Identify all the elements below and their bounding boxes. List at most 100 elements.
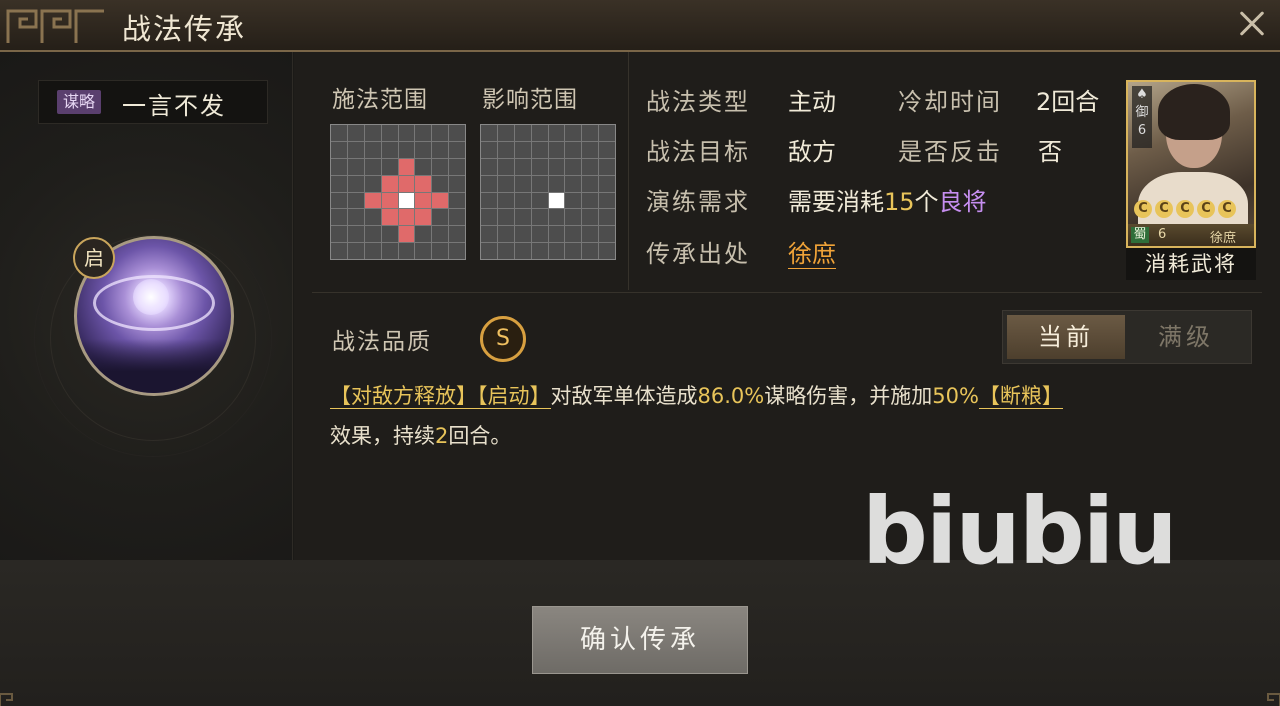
desc-part-3: 效果，持续: [330, 424, 435, 448]
quality-grade-badge: S: [480, 316, 526, 362]
counter-value: 否: [1038, 138, 1062, 166]
range-cell: [381, 209, 398, 226]
range-cell: [347, 226, 364, 243]
range-cell: [481, 209, 497, 226]
general-stars: CCCCC: [1134, 200, 1236, 218]
range-cell: [364, 175, 381, 192]
range-cell: [347, 192, 364, 209]
range-cell: [415, 243, 432, 259]
skill-start-badge: 启: [73, 237, 115, 279]
effect-chance: 50%: [932, 384, 979, 408]
range-cell: [331, 243, 347, 259]
faction-badge: 蜀: [1131, 227, 1149, 243]
range-cell: [331, 226, 347, 243]
star-icon: C: [1218, 200, 1236, 218]
range-cell: [481, 141, 497, 158]
cooldown-value: 2回合: [1036, 88, 1100, 116]
drill-unit: 个: [914, 188, 939, 216]
range-cell: [347, 141, 364, 158]
range-cell: [432, 192, 449, 209]
range-cell: [415, 125, 432, 141]
range-cell: [514, 226, 531, 243]
range-cell: [531, 243, 548, 259]
skill-name: 一言不发: [122, 92, 226, 120]
star-icon: C: [1176, 200, 1194, 218]
range-cell: [548, 192, 565, 209]
desc-part-4: 回合。: [448, 424, 512, 448]
general-info-bar: 蜀 6 徐庶: [1128, 224, 1254, 246]
skill-target-label: 战法目标: [646, 138, 750, 166]
range-cell: [548, 141, 565, 158]
range-cell: [398, 175, 415, 192]
range-cell: [347, 158, 364, 175]
skill-type-badge: 谋略: [57, 90, 102, 114]
range-cell: [531, 175, 548, 192]
range-cell: [364, 141, 381, 158]
range-cell: [347, 125, 364, 141]
range-cell: [548, 125, 565, 141]
drill-item: 良将: [938, 188, 987, 216]
range-cell: [599, 175, 615, 192]
desc-part-1: 对敌军单体造成: [550, 384, 698, 408]
watermark: biubiu: [862, 478, 1178, 585]
skill-type-value: 主动: [788, 88, 836, 116]
tab-max-level[interactable]: 满级: [1127, 315, 1245, 359]
range-cell: [381, 175, 398, 192]
range-cell: [565, 125, 582, 141]
range-cell: [347, 175, 364, 192]
star-icon: C: [1134, 200, 1152, 218]
tab-current[interactable]: 当前: [1007, 315, 1125, 359]
range-cell: [582, 226, 599, 243]
range-cell: [548, 209, 565, 226]
range-cell: [548, 175, 565, 192]
range-cell: [415, 192, 432, 209]
range-cell: [514, 192, 531, 209]
range-cell: [331, 141, 347, 158]
skill-name-box: 谋略 一言不发: [38, 80, 268, 124]
range-cell: [599, 226, 615, 243]
range-cell: [599, 192, 615, 209]
unit-level: 6: [1137, 123, 1147, 138]
range-cell: [449, 243, 465, 259]
source-general-link[interactable]: 徐庶: [788, 240, 836, 269]
drill-count: 15: [884, 188, 915, 216]
close-icon[interactable]: [1234, 6, 1270, 42]
range-cell: [497, 226, 514, 243]
range-cell: [449, 158, 465, 175]
confirm-inherit-button[interactable]: 确认传承: [532, 606, 748, 674]
general-portrait[interactable]: ♠ 御 6 CCCCC 蜀 6 徐庶: [1126, 80, 1256, 248]
range-cell: [398, 141, 415, 158]
range-cell: [364, 192, 381, 209]
range-cell: [432, 125, 449, 141]
range-cell: [381, 243, 398, 259]
range-cell: [531, 158, 548, 175]
source-value-wrap: 徐庶: [788, 234, 836, 269]
consume-general-label: 消耗武将: [1126, 248, 1256, 280]
star-icon: C: [1197, 200, 1215, 218]
desc-part-2: 谋略伤害，并施加: [764, 384, 933, 408]
range-cell: [497, 125, 514, 141]
range-cell: [565, 141, 582, 158]
range-cell: [582, 141, 599, 158]
range-cell: [497, 209, 514, 226]
range-cell: [514, 125, 531, 141]
range-cell: [599, 209, 615, 226]
range-cell: [347, 243, 364, 259]
range-cell: [481, 158, 497, 175]
range-cell: [548, 243, 565, 259]
range-cell: [449, 141, 465, 158]
title-ornament-icon: [6, 9, 104, 43]
range-cell: [331, 158, 347, 175]
range-cell: [582, 192, 599, 209]
skill-description: 【对敌方释放】【启动】对敌军单体造成86.0%谋略伤害，并施加50%【断粮】 效果…: [330, 376, 1260, 456]
range-cell: [398, 243, 415, 259]
tag-start: 【启动】: [477, 384, 551, 409]
section-divider: [628, 52, 629, 290]
range-cell: [364, 158, 381, 175]
range-cell: [381, 158, 398, 175]
range-cell: [582, 175, 599, 192]
cast-range-label: 施法范围: [332, 87, 428, 113]
skill-art-silhouette: [77, 339, 225, 393]
cooldown-label: 冷却时间: [898, 88, 1002, 116]
range-cell: [381, 141, 398, 158]
